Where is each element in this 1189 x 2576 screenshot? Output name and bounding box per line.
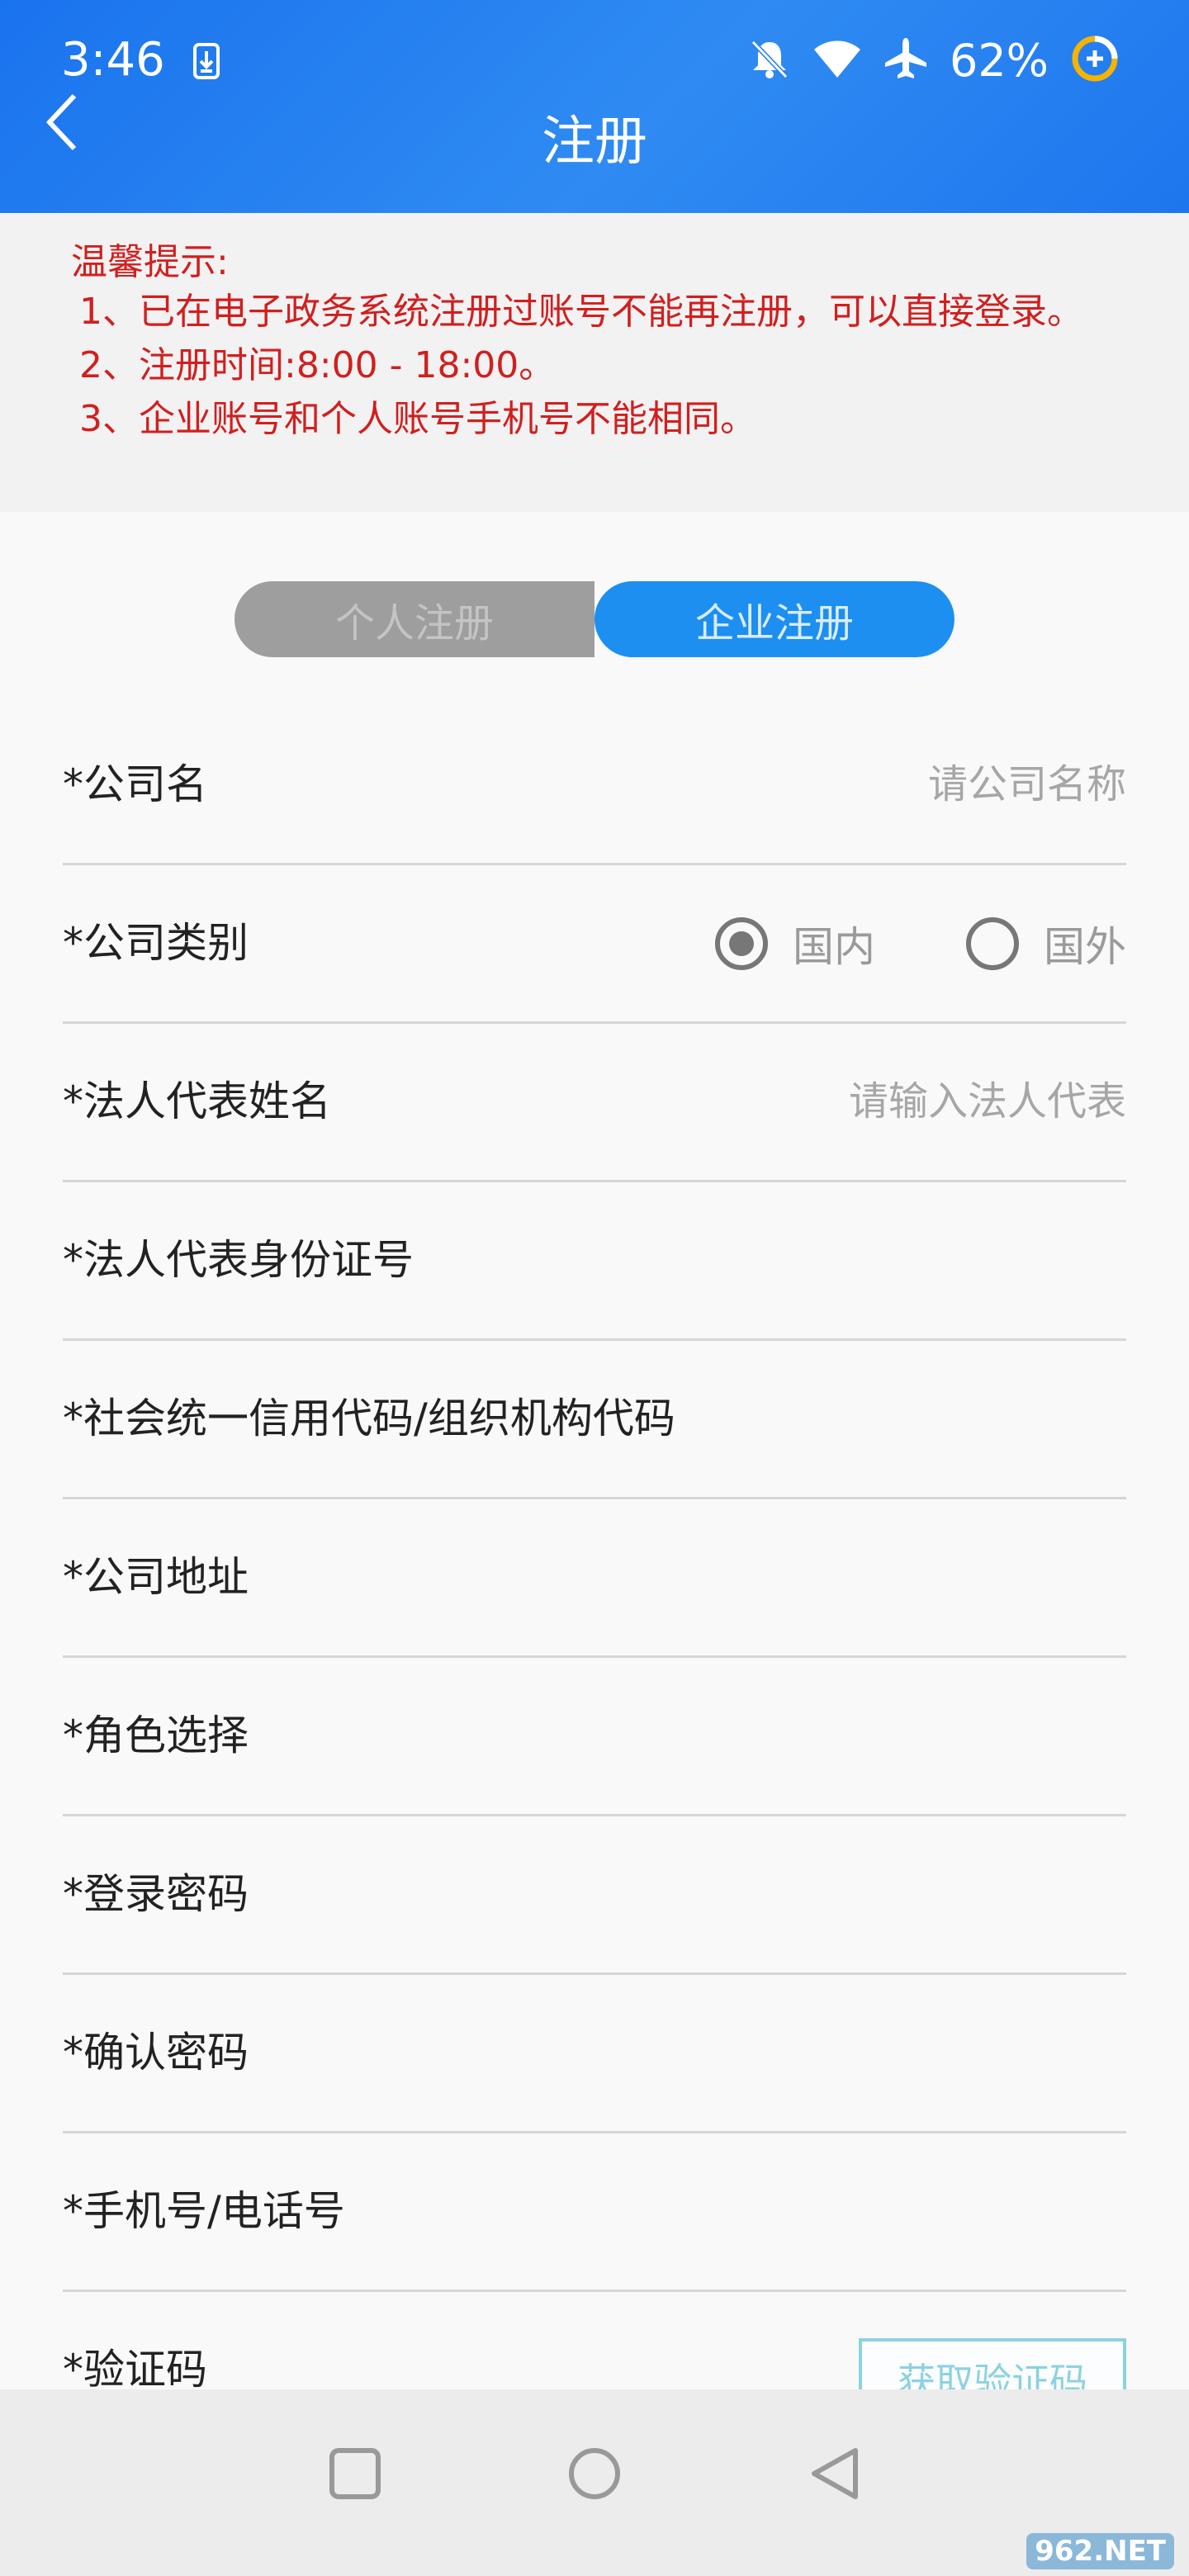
notice-title: 温馨提示:: [71, 241, 229, 283]
notice-line-2: 2、注册时间:8:00 - 18:00。: [79, 344, 556, 386]
radio-foreign-label: 国外: [1044, 922, 1126, 971]
company-type-field: *公司类别 国内 国外: [63, 865, 1126, 1024]
registration-form: 个人注册 企业注册 *公司名 请公司名称 *公司类别 国内 国外 *法人代表姓名…: [0, 512, 1189, 2421]
home-icon[interactable]: [568, 2447, 621, 2503]
password-field[interactable]: *登录密码: [63, 1816, 1126, 1975]
status-icons: 62%: [748, 31, 1120, 89]
watermark-logo: 962.NET: [1026, 2533, 1174, 2569]
radio-domestic-label: 国内: [793, 922, 875, 971]
registration-type-toggle: 个人注册 企业注册: [234, 581, 955, 657]
role-select-label: *角色选择: [63, 1712, 249, 1759]
company-address-label: *公司地址: [63, 1553, 249, 1601]
company-address-field[interactable]: *公司地址: [63, 1499, 1126, 1658]
company-type-radio-group: 国内 国外: [624, 865, 1126, 1021]
phone-label: *手机号/电话号: [63, 2187, 345, 2235]
recent-apps-icon[interactable]: [329, 2447, 381, 2503]
notice-line-1: 1、已在电子政务系统注册过账号不能再注册，可以直接登录。: [79, 291, 1083, 333]
radio-checked-icon[interactable]: [715, 916, 768, 970]
notice-panel: 温馨提示: 1、已在电子政务系统注册过账号不能再注册，可以直接登录。 2、注册时…: [0, 213, 1189, 512]
legal-rep-id-label: *法人代表身份证号: [63, 1236, 414, 1284]
credit-code-field[interactable]: *社会统一信用代码/组织机构代码: [63, 1341, 1126, 1499]
page-title: 注册: [542, 111, 647, 173]
radio-foreign[interactable]: 国外: [966, 914, 1126, 973]
legal-rep-id-field[interactable]: *法人代表身份证号: [63, 1182, 1126, 1341]
tab-personal-registration[interactable]: 个人注册: [234, 581, 594, 657]
company-name-field[interactable]: *公司名 请公司名称: [63, 707, 1126, 865]
legal-rep-name-label: *法人代表姓名: [63, 1077, 331, 1125]
company-name-input[interactable]: 请公司名称: [928, 707, 1126, 863]
airplane-icon: [883, 36, 928, 84]
tab-company-registration[interactable]: 企业注册: [594, 581, 955, 657]
battery-saver-icon: [1070, 34, 1120, 87]
download-icon: [193, 43, 220, 83]
bell-off-icon: [748, 37, 791, 83]
notice-line-3: 3、企业账号和个人账号手机号不能相同。: [79, 398, 756, 440]
role-select-field[interactable]: *角色选择: [63, 1658, 1126, 1816]
phone-field[interactable]: *手机号/电话号: [63, 2133, 1126, 2292]
radio-domestic[interactable]: 国内: [715, 914, 875, 973]
wifi-icon: [812, 38, 862, 83]
status-time: 3:46: [61, 33, 165, 87]
radio-unchecked-icon[interactable]: [966, 916, 1019, 970]
legal-rep-name-field[interactable]: *法人代表姓名 请输入法人代表: [63, 1024, 1126, 1182]
credit-code-label: *社会统一信用代码/组织机构代码: [63, 1395, 675, 1442]
company-name-label: *公司名: [63, 760, 207, 808]
company-type-label: *公司类别: [63, 919, 249, 967]
password-label: *登录密码: [63, 1870, 249, 1918]
battery-percent: 62%: [949, 34, 1049, 87]
system-nav-bar: 962.NET: [0, 2389, 1189, 2576]
confirm-password-field[interactable]: *确认密码: [63, 1975, 1126, 2133]
back-icon[interactable]: [809, 2447, 862, 2503]
confirm-password-label: *确认密码: [63, 2029, 249, 2076]
legal-rep-name-input[interactable]: 请输入法人代表: [849, 1024, 1126, 1180]
app-header: 3:46 62% 注册: [0, 0, 1189, 213]
